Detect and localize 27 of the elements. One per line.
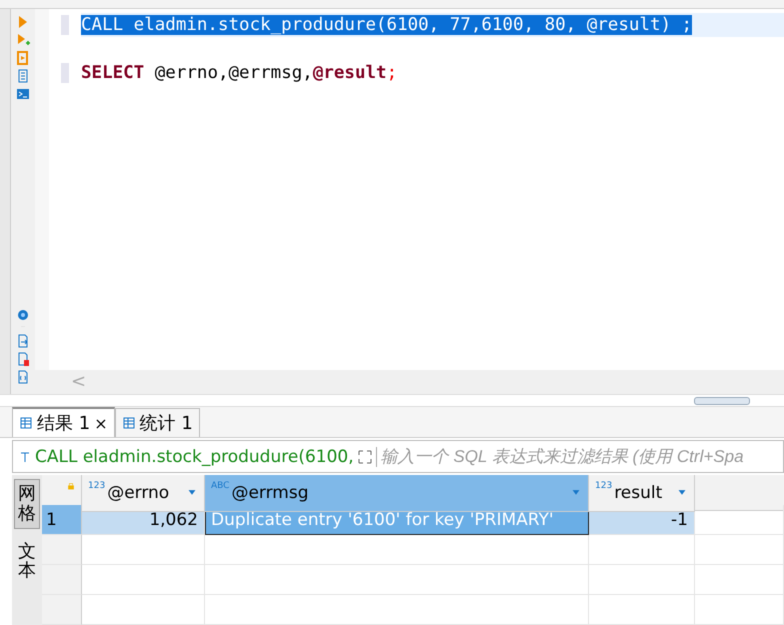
code-text: CALL eladmin.stock_produdure(6100, 77,6100, 80, @result) ; (81, 14, 692, 35)
column-header[interactable]: $^{123}$@errno (82, 475, 205, 512)
variables-icon[interactable] (16, 370, 30, 384)
table-icon (122, 416, 136, 430)
filter-bar[interactable]: CALL eladmin.stock_produdure(6100, 输入一个 SQL 表达式来过滤结果 (使用 Ctrl+Spa (12, 440, 784, 473)
view-tab[interactable]: 文本 (14, 536, 40, 586)
column-header[interactable]: $^{123}$ result (589, 475, 695, 512)
view-tab[interactable]: 网格 (14, 479, 40, 529)
result-tab[interactable]: 统计 1 (114, 408, 200, 438)
splitter-handle[interactable] (694, 396, 750, 405)
expand-icon[interactable] (358, 450, 372, 464)
error-file-icon[interactable] (16, 352, 30, 366)
document-icon[interactable] (16, 68, 30, 83)
code-text: SELECT @errno,@errmsg,@result; (81, 62, 398, 83)
settings-icon[interactable] (16, 308, 30, 322)
table-icon (19, 416, 33, 430)
run-new-icon[interactable] (16, 32, 30, 47)
lock-icon (67, 481, 75, 491)
export-icon[interactable] (16, 334, 30, 348)
row-number: 1 (42, 505, 82, 535)
column-header[interactable]: $^{ABC}$@errmsg (205, 475, 589, 512)
script-icon[interactable] (16, 50, 30, 65)
terminal-icon[interactable] (16, 86, 30, 101)
dropdown-icon (570, 489, 582, 497)
result-tab[interactable]: 结果 1 × (12, 407, 115, 438)
dropdown-icon (676, 489, 688, 497)
dropdown-icon (186, 489, 198, 497)
